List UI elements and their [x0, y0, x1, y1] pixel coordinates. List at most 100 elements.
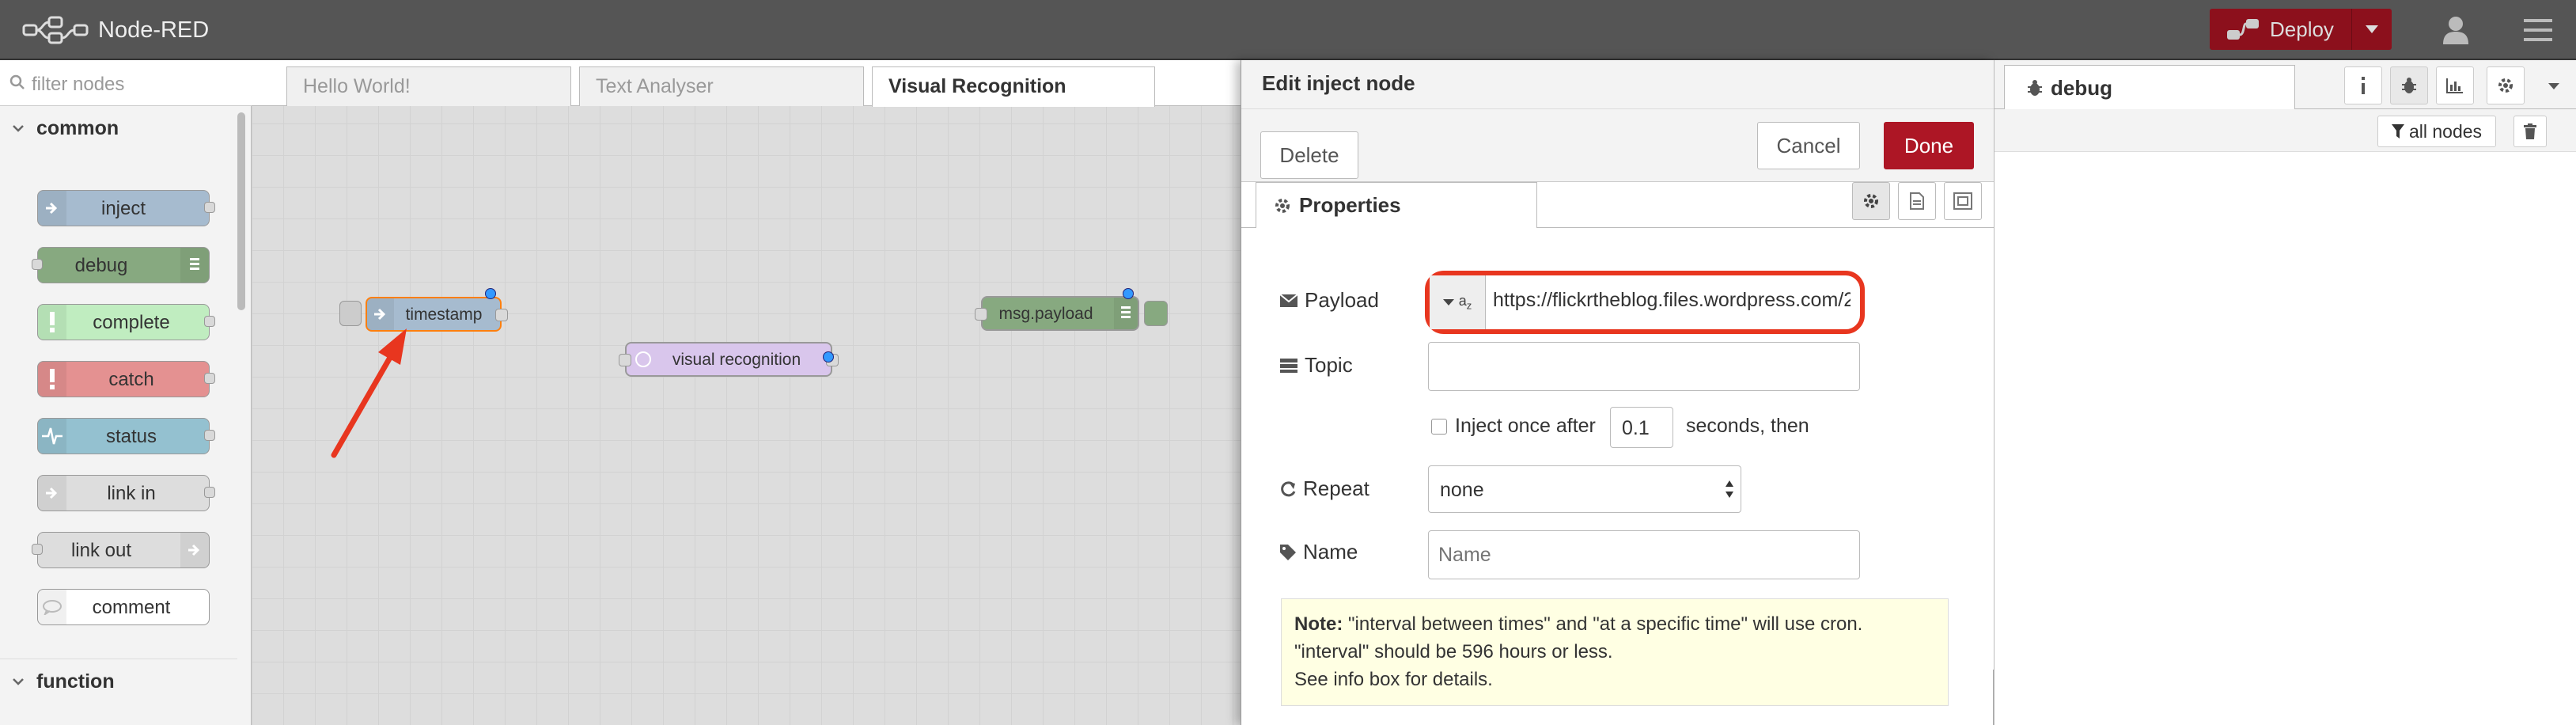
palette-node-complete[interactable]: complete	[37, 304, 215, 340]
debug-filter-button[interactable]: all nodes	[2377, 116, 2496, 147]
payload-type-select[interactable]: az	[1430, 275, 1486, 329]
flow-node-label: visual recognition	[672, 351, 801, 369]
name-label-text: Name	[1303, 540, 1358, 564]
note-line3: See info box for details.	[1294, 669, 1493, 690]
debug-list-icon	[1114, 298, 1138, 329]
gear-icon	[1275, 198, 1290, 213]
note-line1: "interval between times" and "at a speci…	[1343, 613, 1863, 635]
delete-label: Delete	[1279, 142, 1339, 167]
bug-icon	[2028, 80, 2042, 96]
tasks-icon	[1280, 358, 1297, 373]
debug-toggle-button[interactable]	[1144, 301, 1168, 326]
payload-label: Payload	[1279, 288, 1379, 313]
trash-icon	[2524, 123, 2536, 139]
sidebar-tab-label: debug	[2051, 75, 2112, 100]
palette-category-label: function	[36, 670, 115, 693]
palette-category-label: common	[36, 116, 119, 139]
sidebar-config-button[interactable]	[2487, 66, 2525, 104]
palette-node-link-out[interactable]: link out	[32, 532, 210, 568]
tab-text-analyser[interactable]: Text Analyser	[579, 66, 864, 106]
output-port	[204, 487, 215, 498]
hamburger-menu-icon[interactable]	[2522, 16, 2554, 44]
inject-once-label: Inject once after	[1455, 415, 1596, 437]
payload-value[interactable]: https://flickrtheblog.files.wordpress.co…	[1493, 289, 1851, 312]
flow-node-visual-recognition[interactable]: visual recognition	[619, 342, 839, 377]
palette-category-common[interactable]: common	[0, 106, 237, 150]
inject-once-delay-value: 0.1	[1622, 417, 1650, 439]
inject-once-checkbox[interactable]	[1431, 419, 1447, 435]
output-port	[204, 373, 215, 384]
bar-chart-icon	[2446, 78, 2463, 93]
payload-label-text: Payload	[1305, 288, 1379, 312]
node-appearance-button[interactable]	[1944, 182, 1982, 220]
caret-down-icon	[2366, 25, 2378, 33]
caret-down-icon[interactable]	[2548, 82, 2559, 90]
done-button[interactable]: Done	[1884, 122, 1974, 169]
debug-filter-label: all nodes	[2408, 120, 2483, 142]
workspace-tabbar: Hello World! Text Analyser Visual Recogn…	[252, 60, 1241, 107]
user-icon[interactable]	[2440, 14, 2472, 46]
delete-button[interactable]: Delete	[1260, 131, 1358, 179]
tray-header: Edit inject node	[1241, 60, 1995, 109]
deploy-icon	[2227, 19, 2259, 40]
node-red-logo-icon	[22, 16, 89, 44]
link-arrow-icon	[180, 533, 209, 567]
node-settings-button[interactable]	[1852, 182, 1890, 220]
payload-input-highlight[interactable]: az https://flickrtheblog.files.wordpress…	[1425, 271, 1865, 334]
name-label: Name	[1279, 540, 1358, 564]
palette-node-inject[interactable]: inject	[37, 190, 215, 226]
palette-node-label: complete	[93, 312, 170, 333]
name-input[interactable]	[1428, 530, 1860, 579]
inject-once-delay-input[interactable]: 0.1	[1610, 407, 1673, 448]
node-description-button[interactable]	[1898, 182, 1936, 220]
palette-node-link-in[interactable]: link in	[37, 475, 215, 511]
tag-icon	[1280, 544, 1296, 560]
deploy-button[interactable]: Deploy	[2210, 9, 2392, 50]
tab-label: Visual Recognition	[888, 75, 1066, 97]
topic-label: Topic	[1279, 353, 1353, 378]
palette-search[interactable]: filter nodes	[0, 60, 252, 106]
palette-node-comment[interactable]: comment	[37, 589, 210, 625]
topic-input[interactable]	[1428, 342, 1860, 391]
palette-node-debug[interactable]: debug	[32, 247, 210, 283]
caret-down-icon	[1442, 299, 1454, 306]
bug-icon	[2402, 78, 2416, 93]
cancel-button[interactable]: Cancel	[1757, 122, 1860, 169]
sidebar-tab-debug[interactable]: debug	[2004, 65, 2295, 110]
palette-scrollbar[interactable]	[237, 112, 245, 310]
palette-node-label: link in	[107, 483, 156, 504]
palette-category-function[interactable]: function	[0, 659, 237, 704]
debug-clear-button[interactable]	[2513, 116, 2547, 147]
edit-tray: Edit inject node Delete Cancel Done Prop…	[1241, 60, 1998, 725]
tab-label: Hello World!	[303, 75, 411, 97]
cancel-label: Cancel	[1776, 133, 1841, 158]
sidebar-debug-button[interactable]	[2390, 66, 2428, 104]
done-label: Done	[1904, 133, 1954, 158]
palette-node-status[interactable]: status	[37, 418, 215, 454]
sidebar-info-button[interactable]	[2344, 66, 2382, 104]
output-port	[204, 202, 215, 213]
palette-node-label: status	[105, 426, 157, 447]
gear-icon	[2498, 78, 2513, 93]
string-type-icon: az	[1458, 293, 1472, 312]
output-port	[204, 430, 215, 441]
deploy-menu-caret[interactable]	[2352, 9, 2392, 50]
sidebar-dashboard-button[interactable]	[2436, 66, 2474, 104]
palette-node-label: comment	[92, 597, 171, 618]
output-port[interactable]	[495, 309, 508, 321]
repeat-label-text: Repeat	[1303, 476, 1369, 500]
tab-visual-recognition[interactable]: Visual Recognition	[872, 66, 1155, 107]
select-arrows-icon	[1726, 480, 1733, 498]
tab-properties[interactable]: Properties	[1256, 182, 1537, 228]
tab-hello-world[interactable]: Hello World!	[286, 66, 571, 106]
chevron-down-icon	[13, 125, 24, 132]
sidebar-tabbar: debug	[1995, 60, 2576, 110]
palette-node-catch[interactable]: catch	[37, 361, 215, 397]
chevron-down-icon	[13, 678, 24, 685]
deploy-main[interactable]: Deploy	[2210, 9, 2352, 50]
repeat-select-value: none	[1440, 479, 1484, 501]
flow-node-msg-payload[interactable]: msg.payload	[975, 296, 1139, 331]
repeat-select[interactable]: none	[1428, 465, 1741, 513]
node-palette: filter nodes common inject debug complet…	[0, 60, 252, 725]
inject-once-suffix: seconds, then	[1686, 415, 1809, 437]
